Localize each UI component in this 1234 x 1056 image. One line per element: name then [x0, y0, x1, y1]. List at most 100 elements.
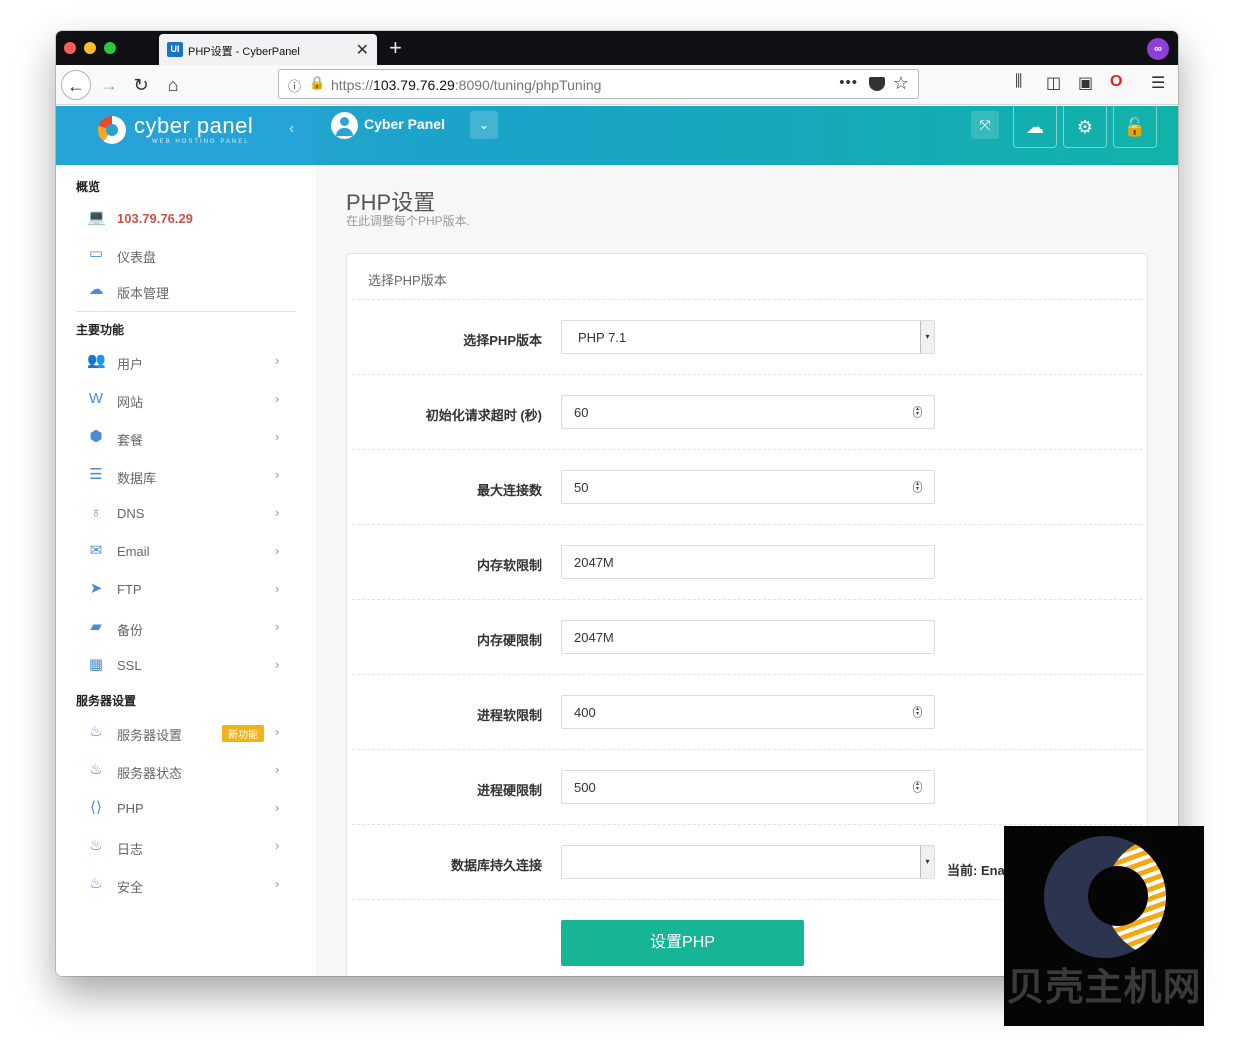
reload-icon[interactable]: ↻ [126, 70, 156, 100]
logo-text: cyber panel [134, 113, 254, 138]
row-divider [352, 449, 1142, 450]
flame-icon: ♨ [89, 875, 103, 892]
sidebar-item-label: 日志 [117, 842, 144, 857]
sidebar-icon[interactable]: ◫ [1046, 73, 1061, 93]
input-value: 500 [574, 780, 596, 795]
chevron-right-icon: › [275, 838, 280, 853]
pocket-icon[interactable] [869, 77, 885, 91]
library-icon[interactable]: ⫼ [1015, 73, 1022, 91]
sidebar-item-label: 备份 [117, 623, 144, 638]
browser-tab[interactable]: UI PHP设置 - CyberPanel ✕ [159, 34, 377, 65]
chevron-right-icon: › [275, 391, 280, 406]
sidebar-item-databases[interactable]: ☰ 数据库 › [56, 459, 316, 493]
info-icon[interactable]: ⓘ [288, 76, 301, 95]
flame-icon: ♨ [89, 837, 103, 854]
flame-icon: ♨ [89, 761, 103, 778]
database-icon: ☰ [89, 466, 103, 483]
sidebar-item-ftp[interactable]: ➤ FTP › [56, 573, 316, 607]
persistent-connection-select[interactable]: ▾ [561, 845, 935, 879]
back-icon[interactable]: ← [61, 70, 91, 100]
more-icon[interactable]: ••• [839, 74, 858, 91]
sidebar-item-logs[interactable]: ♨ 日志 › [56, 830, 316, 864]
paper-plane-icon: ➤ [89, 580, 103, 597]
briefcase-icon: ▦ [88, 656, 104, 673]
sidebar-item-dns[interactable]: ♁ DNS › [56, 497, 316, 531]
forward-icon[interactable]: → [94, 70, 124, 100]
memory-soft-limit-label: 内存软限制 [476, 558, 542, 573]
set-php-button[interactable]: 设置PHP [561, 920, 804, 966]
chevron-left-icon[interactable]: ‹ [289, 120, 294, 138]
sidebar-item-label: 版本管理 [117, 286, 170, 301]
opera-icon[interactable]: O [1110, 73, 1122, 91]
user-avatar-icon[interactable] [331, 112, 358, 139]
watermark-text: 贝壳主机网 [1006, 964, 1202, 1009]
row-divider [352, 599, 1142, 600]
sidebar-item-php[interactable]: ⟨⟩ PHP › [56, 792, 316, 826]
spinner-icon[interactable]: ▴ ▾ [913, 706, 922, 718]
close-window-button[interactable] [64, 42, 76, 54]
lock-icon[interactable]: 🔒 [309, 75, 325, 91]
gear-icon[interactable]: ⚙ [1063, 106, 1107, 148]
maximize-window-button[interactable] [104, 42, 116, 54]
sidebar-section-server: 服务器设置 [76, 694, 137, 708]
chevron-down-icon[interactable]: ⌄ [470, 111, 498, 139]
sidebar-item-server-settings[interactable]: ♨ 服务器设置 新功能 › [56, 716, 316, 750]
sidebar-item-packages[interactable]: ⬢ 套餐 › [56, 421, 316, 455]
menu-icon[interactable]: ☰ [1151, 73, 1165, 93]
row-divider [352, 524, 1142, 525]
star-icon[interactable]: ☆ [893, 73, 909, 94]
init-timeout-input[interactable]: 60 ▴ ▾ [561, 395, 935, 429]
sidebar-item-email[interactable]: ✉ Email › [56, 535, 316, 569]
sidebar-item-backup[interactable]: ▰ 备份 › [56, 611, 316, 645]
sidebar-item-security[interactable]: ♨ 安全 › [56, 868, 316, 902]
sidebar-item-dashboard[interactable]: ▭ 仪表盘 [56, 238, 316, 272]
sidebar-item-label: 安全 [117, 880, 144, 895]
sidebar-item-label: DNS [117, 506, 145, 521]
input-value: 2047M [574, 630, 614, 645]
minimize-window-button[interactable] [84, 42, 96, 54]
sidebar-item-version[interactable]: ☁ 版本管理 [56, 274, 316, 308]
max-connections-label: 最大连接数 [476, 483, 542, 498]
sidebar-item-ssl[interactable]: ▦ SSL › [56, 649, 316, 683]
sidebar-item-label: 103.79.76.29 [117, 211, 193, 226]
sidebar-item-ip[interactable]: 💻 103.79.76.29 [56, 202, 316, 236]
process-hard-limit-input[interactable]: 500 ▴ ▾ [561, 770, 935, 804]
dashboard-icon: ▭ [88, 245, 104, 262]
url-bar[interactable]: ⓘ 🔒 https://103.79.76.29:8090/tuning/php… [278, 69, 919, 99]
memory-hard-limit-input[interactable]: 2047M [561, 620, 935, 654]
new-tab-icon[interactable]: + [389, 35, 402, 61]
sidebar-item-server-status[interactable]: ♨ 服务器状态 › [56, 754, 316, 788]
memory-soft-limit-input[interactable]: 2047M [561, 545, 935, 579]
input-value: 400 [574, 705, 596, 720]
home-icon[interactable]: ⌂ [158, 70, 188, 100]
sidebar-item-label: PHP [117, 801, 144, 816]
navigation-bar: ← → ↻ ⌂ ⓘ 🔒 https://103.79.76.29:8090/tu… [56, 65, 1178, 105]
spinner-icon[interactable]: ▴ ▾ [913, 481, 922, 493]
cloud-icon[interactable]: ☁ [1013, 106, 1057, 148]
logo-subtitle: WEB HOSTING PANEL [152, 139, 250, 145]
sidebar-item-label: FTP [117, 582, 142, 597]
sidebar-item-label: 数据库 [117, 471, 157, 486]
close-tab-icon[interactable]: ✕ [356, 40, 369, 60]
fullscreen-icon[interactable]: ⤧ [971, 111, 999, 139]
url-text[interactable]: https://103.79.76.29:8090/tuning/phpTuni… [331, 77, 601, 93]
max-connections-input[interactable]: 50 ▴ ▾ [561, 470, 935, 504]
sidebar-item-websites[interactable]: W 网站 › [56, 383, 316, 417]
container-icon[interactable]: ▣ [1078, 73, 1093, 93]
chevron-right-icon: › [275, 505, 280, 520]
new-feature-badge: 新功能 [222, 725, 264, 742]
sidebar-item-label: 仪表盘 [117, 250, 157, 265]
url-host: 103.79.76.29 [373, 77, 455, 93]
user-name[interactable]: Cyber Panel [364, 116, 445, 132]
row-divider [352, 824, 1142, 825]
sidebar-item-users[interactable]: 👥 用户 › [56, 345, 316, 379]
chevron-right-icon: › [275, 353, 280, 368]
process-soft-limit-input[interactable]: 400 ▴ ▾ [561, 695, 935, 729]
php-version-select[interactable]: PHP 7.1 ▾ [561, 320, 935, 354]
spinner-icon[interactable]: ▴ ▾ [913, 781, 922, 793]
lock-icon[interactable]: 🔓 [1113, 106, 1157, 148]
sidebar-section-overview: 概览 [76, 180, 101, 194]
spinner-icon[interactable]: ▴ ▾ [913, 406, 922, 418]
chevron-right-icon: › [275, 657, 280, 672]
row-divider [352, 749, 1142, 750]
